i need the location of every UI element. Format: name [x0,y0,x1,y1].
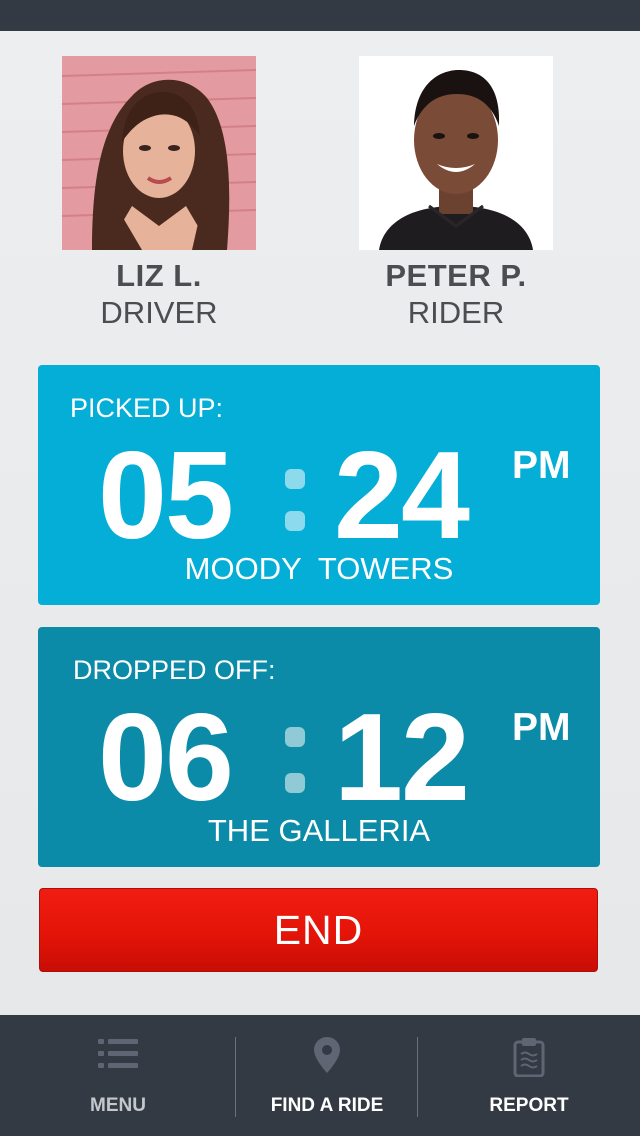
driver-profile: LIZ L. DRIVER [59,56,259,332]
dropoff-ampm: PM [512,706,571,749]
driver-role: DRIVER [100,295,218,330]
pickup-minute: 24 [334,427,470,565]
tab-report[interactable]: REPORT [418,1015,640,1136]
tab-find-a-ride-label: FIND A RIDE [270,1095,384,1116]
dropoff-hour: 06 [98,689,234,827]
tab-bar: MENU FIND A RIDE REPORT [0,1015,640,1136]
colon-dot-icon [285,727,305,747]
list-icon [98,1037,138,1076]
pickup-card: PICKED UP: 05 24 PM MOODY TOWERS [38,365,600,605]
colon-dot-icon [285,511,305,531]
tab-find-a-ride[interactable]: FIND A RIDE [237,1015,417,1136]
pickup-ampm: PM [512,444,571,487]
tab-divider [235,1037,236,1117]
rider-avatar[interactable] [359,56,553,250]
driver-avatar[interactable] [62,56,256,250]
rider-name: PETER P. [385,258,527,293]
rider-role: RIDER [407,295,505,330]
pickup-hour: 05 [98,427,234,565]
rider-profile: PETER P. RIDER [356,56,556,332]
trip-content: LIZ L. DRIVER PETER P. RIDER PICKED UP: … [0,31,640,1015]
tab-menu-label: MENU [90,1095,146,1116]
clipboard-icon [513,1037,545,1082]
dropoff-place: THE GALLERIA [207,813,431,848]
dropoff-label: DROPPED OFF: [73,655,276,685]
status-bar [0,0,640,31]
location-pin-icon [314,1037,340,1078]
dropoff-minute: 12 [334,689,470,827]
pickup-label: PICKED UP: [70,393,224,423]
colon-dot-icon [285,773,305,793]
end-trip-button[interactable]: END [39,888,598,972]
tab-report-label: REPORT [489,1095,569,1116]
colon-dot-icon [285,469,305,489]
driver-name: LIZ L. [116,258,202,293]
dropoff-card: DROPPED OFF: 06 12 PM THE GALLERIA [38,627,600,867]
tab-menu[interactable]: MENU [0,1015,236,1136]
pickup-place: MOODY TOWERS [184,551,454,586]
